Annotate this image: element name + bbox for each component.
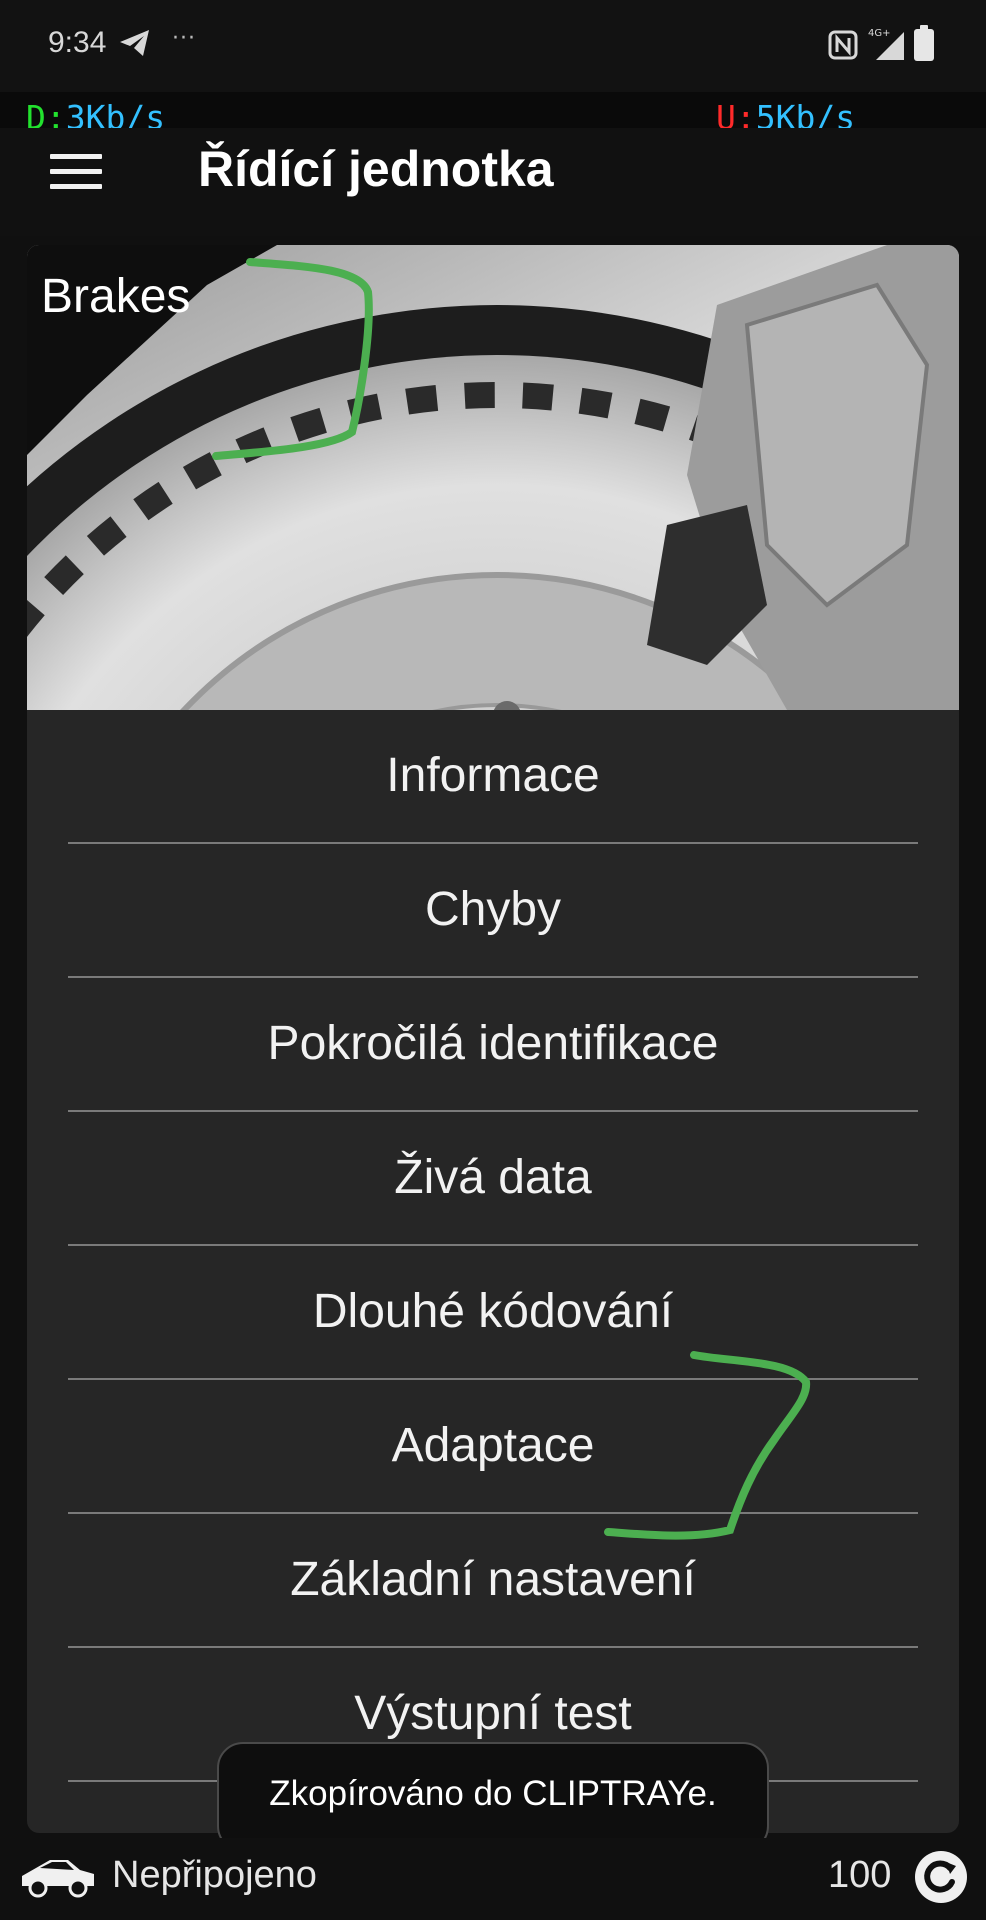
battery-icon: [914, 25, 934, 61]
menu-item-pokrocila-identifikace[interactable]: Pokročilá identifikace: [68, 978, 918, 1112]
menu-item-label: Chyby: [424, 883, 562, 936]
car-icon: [18, 1852, 98, 1906]
status-bar: 9:34 ··· 4G+: [0, 0, 986, 92]
menu-item-informace[interactable]: Informace: [68, 710, 918, 844]
counter-value: 100: [828, 1854, 892, 1896]
menu-item-label: Dlouhé kódování: [312, 1285, 674, 1338]
hamburger-icon[interactable]: [50, 152, 102, 192]
menu-item-label: Informace: [386, 749, 600, 802]
module-name: Brakes: [41, 270, 191, 323]
refresh-icon[interactable]: [912, 1848, 970, 1910]
menu-item-label: Adaptace: [391, 1419, 595, 1472]
page-title: Řídící jednotka: [198, 141, 554, 197]
signal-icon: 4G+: [866, 26, 906, 66]
network-type-label: 4G+: [868, 28, 891, 39]
connection-status: Nepřipojeno: [112, 1854, 317, 1896]
menu-item-ziva-data[interactable]: Živá data: [68, 1112, 918, 1246]
app-bar: Řídící jednotka: [0, 128, 986, 236]
menu-item-label: Výstupní test: [354, 1687, 632, 1740]
menu-item-label: Živá data: [394, 1151, 592, 1204]
menu-item-zakladni-nastaveni[interactable]: Základní nastavení: [68, 1514, 918, 1648]
menu-item-dlouhe-kodovani[interactable]: Dlouhé kódování: [68, 1246, 918, 1380]
menu-item-adaptace[interactable]: Adaptace: [68, 1380, 918, 1514]
menu-item-label: Pokročilá identifikace: [267, 1017, 719, 1070]
function-menu: Informace Chyby Pokročilá identifikace Ž…: [27, 710, 959, 1782]
more-icon: ···: [172, 26, 196, 51]
toast-message: Zkopírováno do CLIPTRAYe.: [269, 1774, 717, 1813]
module-card: Brakes Informace Chyby Pokročilá identif…: [27, 245, 959, 1833]
telegram-icon: [118, 28, 152, 62]
footer-bar: Nepřipojeno 100: [0, 1838, 986, 1920]
module-image: Brakes: [27, 245, 959, 710]
menu-item-chyby[interactable]: Chyby: [68, 844, 918, 978]
status-time: 9:34: [48, 26, 107, 59]
nfc-icon: [828, 30, 858, 64]
menu-item-label: Základní nastavení: [290, 1553, 696, 1606]
toast-notification: Zkopírováno do CLIPTRAYe.: [217, 1742, 769, 1852]
